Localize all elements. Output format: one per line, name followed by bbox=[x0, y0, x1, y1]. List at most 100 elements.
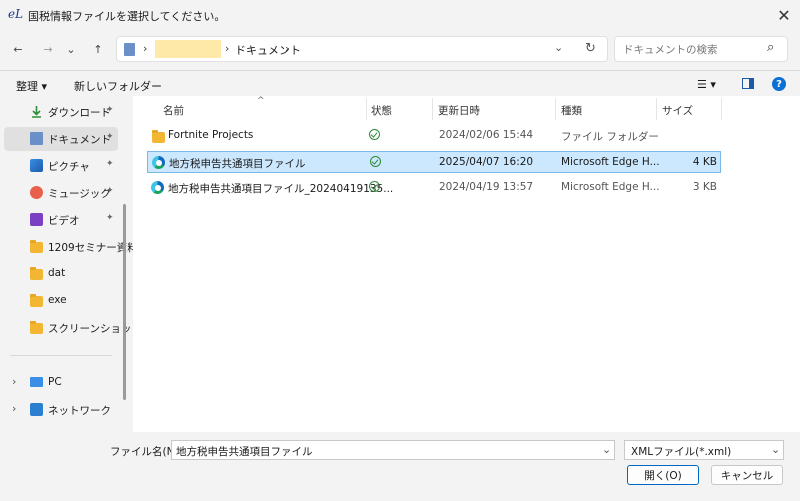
file-type: ファイル フォルダー bbox=[561, 131, 659, 143]
search-input[interactable]: ドキュメントの検索 bbox=[623, 42, 718, 57]
file-type: Microsoft Edge H... bbox=[561, 156, 660, 168]
filename-input[interactable]: 地方税申告共通項目ファイル ⌄ bbox=[171, 440, 615, 460]
sidebar-item-documents[interactable]: ドキュメント ✦ bbox=[4, 127, 118, 151]
column-header-modified[interactable]: 更新日時 bbox=[438, 103, 480, 118]
sidebar-divider bbox=[10, 355, 112, 356]
search-icon[interactable]: ⌕ bbox=[767, 40, 774, 55]
pin-icon: ✦ bbox=[106, 105, 114, 115]
folder-icon bbox=[30, 240, 43, 253]
organize-menu[interactable]: 整理 ▾ bbox=[16, 78, 47, 94]
document-icon bbox=[30, 132, 43, 145]
sidebar-item-dat[interactable]: dat bbox=[4, 262, 118, 286]
recent-locations-button[interactable]: ⌄ bbox=[62, 38, 80, 60]
file-size: 3 KB bbox=[692, 181, 717, 193]
sidebar-item-videos[interactable]: ビデオ ✦ bbox=[4, 208, 118, 232]
sidebar-item-pc[interactable]: › PC bbox=[4, 371, 118, 395]
address-dropdown-button[interactable]: ⌄ bbox=[554, 41, 563, 54]
sidebar-item-label: ビデオ bbox=[48, 215, 80, 227]
sync-status-icon bbox=[370, 156, 381, 167]
file-size: 4 KB bbox=[692, 156, 717, 168]
file-name: 地方税申告共通項目ファイル bbox=[169, 158, 306, 170]
expand-chevron-icon[interactable]: › bbox=[12, 402, 16, 415]
breadcrumb-documents[interactable]: ドキュメント bbox=[235, 42, 301, 58]
svg-text:eL: eL bbox=[8, 7, 23, 21]
redacted-breadcrumb[interactable] bbox=[155, 40, 221, 58]
column-separator[interactable] bbox=[432, 98, 433, 120]
sort-indicator-icon: ^ bbox=[257, 96, 265, 106]
file-name: Fortnite Projects bbox=[168, 129, 254, 141]
new-folder-button[interactable]: 新しいフォルダー bbox=[74, 78, 162, 94]
column-separator[interactable] bbox=[721, 98, 722, 120]
sidebar-scrollbar[interactable] bbox=[123, 204, 126, 400]
preview-pane-icon[interactable] bbox=[742, 78, 754, 89]
column-separator[interactable] bbox=[656, 98, 657, 120]
breadcrumb-separator[interactable]: › bbox=[143, 42, 147, 55]
expand-chevron-icon[interactable]: › bbox=[12, 375, 16, 388]
forward-button[interactable]: → bbox=[37, 38, 59, 60]
folder-icon bbox=[30, 321, 43, 334]
column-header-size[interactable]: サイズ bbox=[662, 103, 693, 118]
toolbar-divider bbox=[0, 70, 800, 71]
column-separator[interactable] bbox=[555, 98, 556, 120]
navigation-pane: ダウンロード ✦ ドキュメント ✦ ピクチャ ✦ ミュージック ✦ ビデオ ✦ … bbox=[0, 100, 142, 432]
network-icon bbox=[30, 403, 43, 416]
music-icon bbox=[30, 186, 43, 199]
sidebar-item-screenshots[interactable]: スクリーンショット bbox=[4, 316, 142, 340]
file-name: 地方税申告共通項目ファイル_20240419135... bbox=[168, 183, 394, 195]
column-header-type[interactable]: 種類 bbox=[561, 103, 582, 118]
file-type: Microsoft Edge H... bbox=[561, 181, 660, 193]
file-row[interactable]: Fortnite Projects 2024/02/06 15:44 ファイル … bbox=[147, 125, 721, 147]
sidebar-item-exe[interactable]: exe bbox=[4, 289, 118, 313]
address-bar[interactable]: › › ドキュメント › ⌄ ↻ bbox=[116, 36, 608, 62]
chevron-down-icon[interactable]: ⌄ bbox=[602, 443, 611, 456]
sidebar-item-pictures[interactable]: ピクチャ ✦ bbox=[4, 154, 118, 178]
breadcrumb-separator[interactable]: › bbox=[285, 42, 289, 55]
sidebar-item-label: ミュージック bbox=[48, 188, 111, 200]
file-modified: 2024/02/06 15:44 bbox=[439, 129, 534, 141]
column-header-status[interactable]: 状態 bbox=[371, 103, 392, 118]
sidebar-item-network[interactable]: › ネットワーク bbox=[4, 398, 118, 422]
download-icon bbox=[30, 105, 43, 118]
pin-icon: ✦ bbox=[106, 159, 114, 169]
view-menu[interactable]: ☰ ▾ bbox=[697, 78, 716, 91]
column-header-name[interactable]: 名前 bbox=[163, 103, 184, 118]
refresh-button[interactable]: ↻ bbox=[585, 41, 596, 56]
sidebar-item-music[interactable]: ミュージック ✦ bbox=[4, 181, 118, 205]
sidebar-item-label: ネットワーク bbox=[48, 405, 111, 417]
search-box[interactable]: ドキュメントの検索 ⌕ bbox=[614, 36, 788, 62]
document-location-icon bbox=[124, 43, 135, 56]
breadcrumb-separator[interactable]: › bbox=[225, 42, 229, 55]
sidebar-item-label: スクリーンショット bbox=[48, 323, 142, 335]
column-separator[interactable] bbox=[366, 98, 367, 120]
help-button[interactable]: ? bbox=[772, 77, 786, 91]
file-type-filter-value: XMLファイル(*.xml) bbox=[631, 446, 732, 458]
file-row[interactable]: 地方税申告共通項目ファイル_20240419135... 2024/04/19 … bbox=[147, 177, 721, 199]
sidebar-item-label: dat bbox=[48, 267, 66, 279]
chevron-down-icon[interactable]: ⌄ bbox=[771, 443, 780, 456]
sidebar-item-downloads[interactable]: ダウンロード ✦ bbox=[4, 100, 118, 124]
pictures-icon bbox=[30, 159, 43, 172]
sidebar-item-label: ピクチャ bbox=[48, 161, 90, 173]
sync-status-icon bbox=[369, 181, 380, 192]
open-button[interactable]: 開く(O) bbox=[627, 465, 699, 485]
sidebar-item-label: ダウンロード bbox=[48, 107, 111, 119]
cancel-button[interactable]: キャンセル bbox=[711, 465, 783, 485]
pc-icon bbox=[30, 377, 43, 387]
file-modified: 2025/04/07 16:20 bbox=[439, 156, 534, 168]
up-button[interactable]: ↑ bbox=[87, 38, 109, 60]
sidebar-item-label: PC bbox=[48, 376, 62, 388]
sidebar-item-seminar[interactable]: 1209セミナー資料 bbox=[4, 235, 138, 259]
close-button[interactable]: ✕ bbox=[768, 0, 800, 30]
sync-status-icon bbox=[369, 129, 380, 140]
filename-value[interactable]: 地方税申告共通項目ファイル bbox=[176, 444, 313, 459]
sidebar-item-label: exe bbox=[48, 294, 67, 306]
file-modified: 2024/04/19 13:57 bbox=[439, 181, 534, 193]
edge-icon bbox=[152, 156, 165, 169]
folder-icon bbox=[152, 130, 165, 143]
file-type-filter[interactable]: XMLファイル(*.xml) ⌄ bbox=[624, 440, 784, 460]
pin-icon: ✦ bbox=[106, 132, 114, 142]
file-row-selected[interactable]: 地方税申告共通項目ファイル 2025/04/07 16:20 Microsoft… bbox=[147, 151, 721, 173]
pin-icon: ✦ bbox=[106, 213, 114, 223]
folder-icon bbox=[30, 294, 43, 307]
back-button[interactable]: ← bbox=[7, 38, 29, 60]
